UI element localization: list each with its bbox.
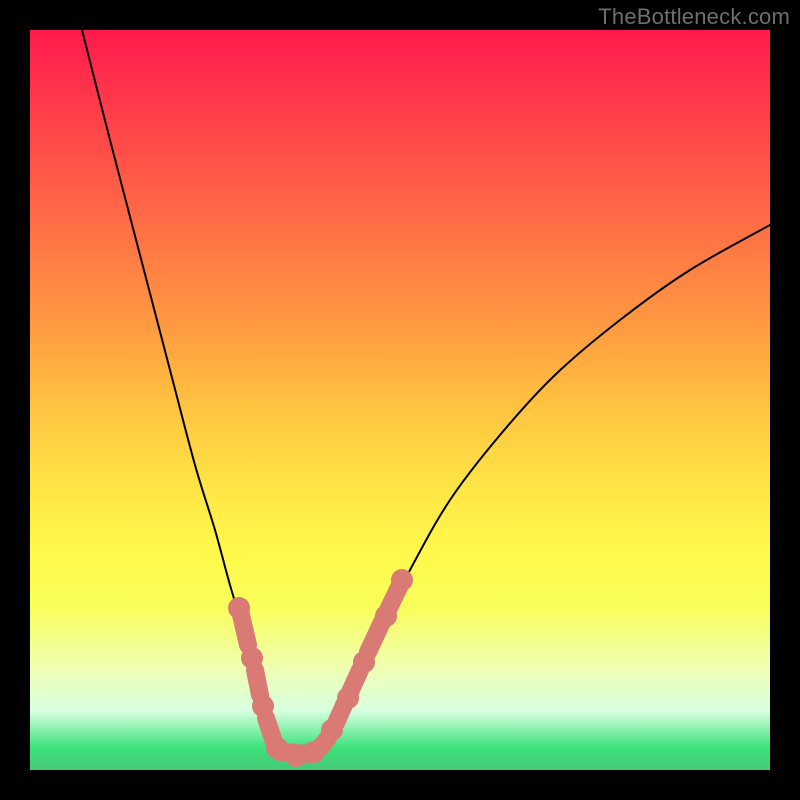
necklace-segment — [255, 670, 260, 695]
necklace-bead — [353, 651, 375, 673]
necklace-segment — [336, 705, 344, 723]
necklace-segment — [241, 615, 248, 645]
necklace-bead — [321, 719, 343, 741]
watermark-text: TheBottleneck.com — [598, 4, 790, 30]
bottleneck-curve — [82, 30, 770, 756]
necklace-bead — [391, 569, 413, 591]
necklace-bead — [241, 647, 263, 669]
necklace-bead — [228, 597, 250, 619]
necklace-bead — [375, 605, 397, 627]
necklace-bead — [303, 741, 325, 763]
curve-overlay — [30, 30, 770, 770]
necklace-bead — [266, 737, 288, 759]
necklace-overlay — [228, 569, 413, 767]
necklace-bead — [252, 695, 274, 717]
necklace-segment — [368, 622, 382, 652]
necklace-bead — [337, 687, 359, 709]
